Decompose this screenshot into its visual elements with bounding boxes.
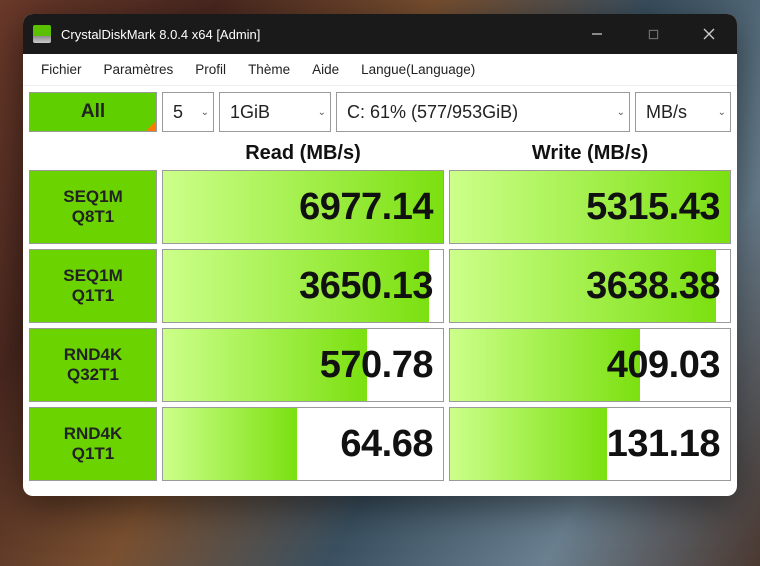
test-label-line1: RND4K <box>64 424 123 444</box>
results-rows: SEQ1MQ8T16977.145315.43SEQ1MQ1T13650.133… <box>29 170 731 481</box>
read-value: 3650.13 <box>299 265 433 308</box>
test-label-line2: Q1T1 <box>72 286 115 306</box>
header-read: Read (MB/s) <box>162 142 444 165</box>
test-count-select[interactable]: 5 ⌄ <box>162 92 214 132</box>
test-label-line1: RND4K <box>64 345 123 365</box>
run-all-button[interactable]: All <box>29 92 157 132</box>
test-row: SEQ1MQ8T1 6977.14 5315.43 <box>29 170 731 244</box>
minimize-icon <box>591 28 603 40</box>
read-value-cell: 64.68 <box>162 407 444 481</box>
drive-select[interactable]: C: 61% (577/953GiB) ⌄ <box>336 92 630 132</box>
results-table: Read (MB/s) Write (MB/s) SEQ1MQ8T16977.1… <box>23 136 737 496</box>
read-value-cell: 3650.13 <box>162 249 444 323</box>
header-write: Write (MB/s) <box>449 142 731 165</box>
close-icon <box>703 28 715 40</box>
menubar: Fichier Paramètres Profil Thème Aide Lan… <box>23 54 737 86</box>
read-value: 570.78 <box>320 344 433 387</box>
test-row: RND4KQ1T1 64.68 131.18 <box>29 407 731 481</box>
write-value: 409.03 <box>607 344 720 387</box>
read-value: 64.68 <box>340 423 433 466</box>
write-value-cell: 3638.38 <box>449 249 731 323</box>
run-test-button[interactable]: SEQ1MQ1T1 <box>29 249 157 323</box>
chevron-down-icon: ⌄ <box>611 107 625 118</box>
read-value: 6977.14 <box>299 186 433 229</box>
menu-theme[interactable]: Thème <box>238 58 300 81</box>
read-value-cell: 570.78 <box>162 328 444 402</box>
run-test-button[interactable]: RND4KQ1T1 <box>29 407 157 481</box>
write-value: 5315.43 <box>586 186 720 229</box>
test-row: SEQ1MQ1T1 3650.13 3638.38 <box>29 249 731 323</box>
test-label-line2: Q8T1 <box>72 207 115 227</box>
test-size-select[interactable]: 1GiB ⌄ <box>219 92 331 132</box>
titlebar[interactable]: CrystalDiskMark 8.0.4 x64 [Admin] <box>23 14 737 54</box>
test-row: RND4KQ32T1 570.78 409.03 <box>29 328 731 402</box>
test-label-line2: Q32T1 <box>67 365 119 385</box>
maximize-icon <box>648 29 659 40</box>
run-all-label: All <box>81 101 105 123</box>
test-label-line1: SEQ1M <box>63 187 123 207</box>
chevron-down-icon: ⌄ <box>712 107 726 118</box>
test-count-value: 5 <box>173 102 183 123</box>
window-title: CrystalDiskMark 8.0.4 x64 [Admin] <box>61 27 569 42</box>
desktop-background: CrystalDiskMark 8.0.4 x64 [Admin] Fichie… <box>0 0 760 566</box>
window-controls <box>569 14 737 54</box>
minimize-button[interactable] <box>569 14 625 54</box>
write-value-cell: 131.18 <box>449 407 731 481</box>
write-bar-fill <box>450 408 607 480</box>
test-label-line1: SEQ1M <box>63 266 123 286</box>
close-button[interactable] <box>681 14 737 54</box>
write-value: 3638.38 <box>586 265 720 308</box>
controls-row: All 5 ⌄ 1GiB ⌄ C: 61% (577/953GiB) ⌄ MB/… <box>23 86 737 136</box>
read-bar-fill <box>163 408 297 480</box>
write-value-cell: 5315.43 <box>449 170 731 244</box>
write-value-cell: 409.03 <box>449 328 731 402</box>
drive-value: C: 61% (577/953GiB) <box>347 102 518 123</box>
run-test-button[interactable]: RND4KQ32T1 <box>29 328 157 402</box>
menu-language[interactable]: Langue(Language) <box>351 58 485 81</box>
maximize-button[interactable] <box>625 14 681 54</box>
unit-value: MB/s <box>646 102 687 123</box>
menu-file[interactable]: Fichier <box>31 58 92 81</box>
test-label-line2: Q1T1 <box>72 444 115 464</box>
menu-settings[interactable]: Paramètres <box>94 58 184 81</box>
write-value: 131.18 <box>607 423 720 466</box>
unit-select[interactable]: MB/s ⌄ <box>635 92 731 132</box>
menu-profile[interactable]: Profil <box>185 58 236 81</box>
app-icon <box>33 25 51 43</box>
results-header: Read (MB/s) Write (MB/s) <box>29 136 731 170</box>
test-size-value: 1GiB <box>230 102 270 123</box>
chevron-down-icon: ⌄ <box>312 107 326 118</box>
run-test-button[interactable]: SEQ1MQ8T1 <box>29 170 157 244</box>
menu-help[interactable]: Aide <box>302 58 349 81</box>
read-value-cell: 6977.14 <box>162 170 444 244</box>
app-window: CrystalDiskMark 8.0.4 x64 [Admin] Fichie… <box>23 14 737 496</box>
chevron-down-icon: ⌄ <box>195 107 209 118</box>
